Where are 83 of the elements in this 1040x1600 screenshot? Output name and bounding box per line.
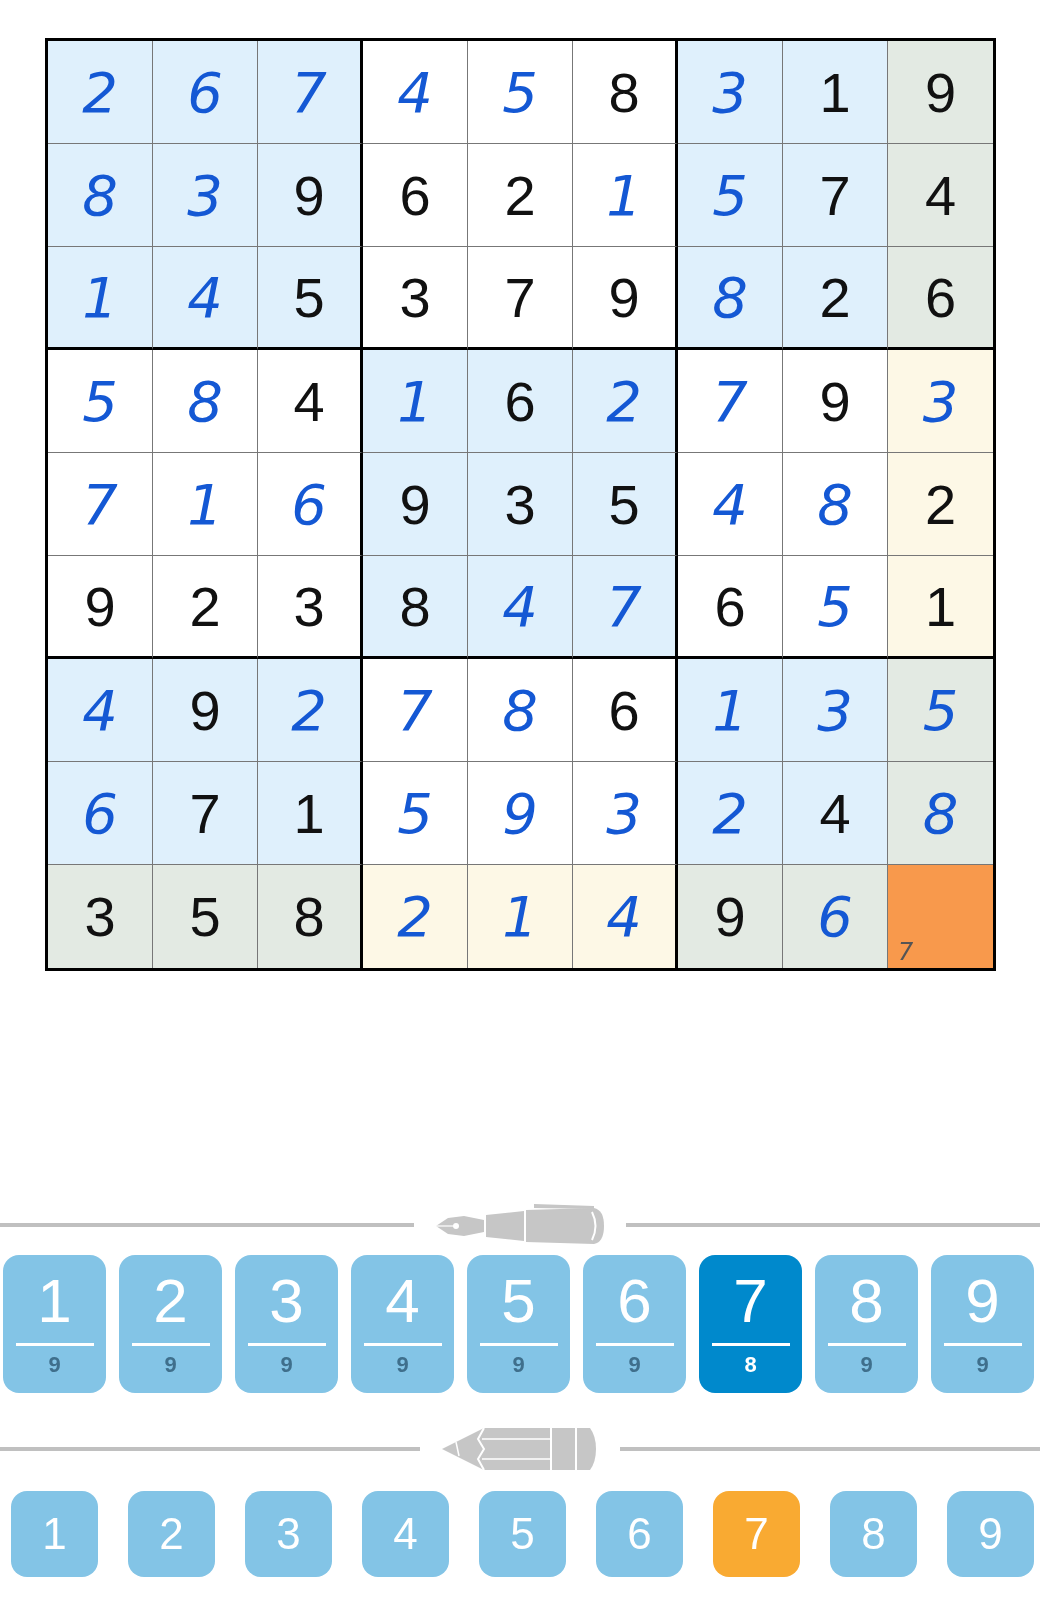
- grid-cell[interactable]: 3: [678, 41, 783, 144]
- grid-cell[interactable]: 3: [783, 659, 888, 762]
- grid-cell[interactable]: 5: [363, 762, 468, 865]
- grid-cell[interactable]: 2: [783, 247, 888, 350]
- grid-cell[interactable]: 4: [678, 453, 783, 556]
- grid-cell[interactable]: 7: [258, 41, 363, 144]
- grid-cell[interactable]: 7: [678, 350, 783, 453]
- grid-cell[interactable]: 5: [258, 247, 363, 350]
- grid-cell[interactable]: 9: [48, 556, 153, 659]
- grid-cell[interactable]: 6: [48, 762, 153, 865]
- grid-cell[interactable]: 2: [258, 659, 363, 762]
- grid-cell[interactable]: 1: [573, 144, 678, 247]
- grid-cell[interactable]: 5: [678, 144, 783, 247]
- grid-cell[interactable]: 8: [468, 659, 573, 762]
- grid-cell[interactable]: 7: [153, 762, 258, 865]
- grid-cell[interactable]: 9: [678, 865, 783, 968]
- grid-cell[interactable]: 7: [573, 556, 678, 659]
- grid-cell[interactable]: 1: [48, 247, 153, 350]
- grid-cell[interactable]: 1: [783, 41, 888, 144]
- grid-cell[interactable]: 2: [153, 556, 258, 659]
- grid-cell[interactable]: 5: [573, 453, 678, 556]
- grid-cell[interactable]: 6: [573, 659, 678, 762]
- grid-cell[interactable]: 3: [888, 350, 993, 453]
- grid-cell[interactable]: 1: [678, 659, 783, 762]
- grid-cell[interactable]: 4: [258, 350, 363, 453]
- grid-cell[interactable]: 2: [363, 865, 468, 968]
- grid-cell[interactable]: 2: [48, 41, 153, 144]
- grid-cell[interactable]: 3: [468, 453, 573, 556]
- grid-cell[interactable]: 7: [783, 144, 888, 247]
- grid-cell[interactable]: 3: [363, 247, 468, 350]
- grid-cell[interactable]: 2: [888, 453, 993, 556]
- grid-cell[interactable]: 6: [363, 144, 468, 247]
- grid-cell[interactable]: 8: [678, 247, 783, 350]
- note-digit: 7: [898, 940, 914, 964]
- grid-cell[interactable]: 5: [783, 556, 888, 659]
- grid-cell[interactable]: 6: [888, 247, 993, 350]
- grid-cell[interactable]: 4: [783, 762, 888, 865]
- grid-cell[interactable]: 3: [48, 865, 153, 968]
- grid-cell[interactable]: 4: [363, 41, 468, 144]
- grid-cell[interactable]: 4: [573, 865, 678, 968]
- grid-cell[interactable]: 4: [888, 144, 993, 247]
- grid-cell[interactable]: 9: [153, 659, 258, 762]
- grid-cell[interactable]: 5: [48, 350, 153, 453]
- grid-cell[interactable]: 5: [468, 41, 573, 144]
- grid-cell[interactable]: 5: [153, 865, 258, 968]
- grid-cell[interactable]: 6: [258, 453, 363, 556]
- grid-cell[interactable]: 9: [783, 350, 888, 453]
- grid-cell[interactable]: 2: [573, 350, 678, 453]
- grid-cell[interactable]: 9: [363, 453, 468, 556]
- grid-cell[interactable]: 3: [153, 144, 258, 247]
- grid-cell[interactable]: 5: [888, 659, 993, 762]
- grid-cell[interactable]: 8: [783, 453, 888, 556]
- grid-cell[interactable]: 4: [153, 247, 258, 350]
- grid-cell[interactable]: 6: [153, 41, 258, 144]
- grid-cell[interactable]: 8: [888, 762, 993, 865]
- grid-cell[interactable]: 6: [783, 865, 888, 968]
- grid-cell[interactable]: 8: [48, 144, 153, 247]
- grid-cell[interactable]: 1: [888, 556, 993, 659]
- grid-cell[interactable]: 9: [573, 247, 678, 350]
- grid-cell[interactable]: 6: [678, 556, 783, 659]
- grid-cell[interactable]: 7: [363, 659, 468, 762]
- grid-cell[interactable]: 7: [468, 247, 573, 350]
- grid-cell[interactable]: 9: [888, 41, 993, 144]
- grid-cell[interactable]: 8: [153, 350, 258, 453]
- grid-cell[interactable]: 3: [258, 556, 363, 659]
- grid-cell[interactable]: 4: [468, 556, 573, 659]
- grid-cell[interactable]: 8: [258, 865, 363, 968]
- grid-cell[interactable]: 1: [363, 350, 468, 453]
- grid-cell[interactable]: 1: [258, 762, 363, 865]
- grid-cell[interactable]: 1: [153, 453, 258, 556]
- grid-cell[interactable]: 1: [468, 865, 573, 968]
- grid-cell[interactable]: 8: [363, 556, 468, 659]
- grid-cell[interactable]: 7: [888, 865, 993, 968]
- grid-cell[interactable]: 2: [678, 762, 783, 865]
- grid-cell[interactable]: 3: [573, 762, 678, 865]
- grid-cell[interactable]: 8: [573, 41, 678, 144]
- grid-cell[interactable]: 9: [468, 762, 573, 865]
- grid-cell[interactable]: 7: [48, 453, 153, 556]
- grid-cell[interactable]: 9: [258, 144, 363, 247]
- grid-cell[interactable]: 2: [468, 144, 573, 247]
- grid-cell[interactable]: 4: [48, 659, 153, 762]
- grid-cell[interactable]: 6: [468, 350, 573, 453]
- digit-button[interactable]: 7 8: [699, 1255, 802, 1393]
